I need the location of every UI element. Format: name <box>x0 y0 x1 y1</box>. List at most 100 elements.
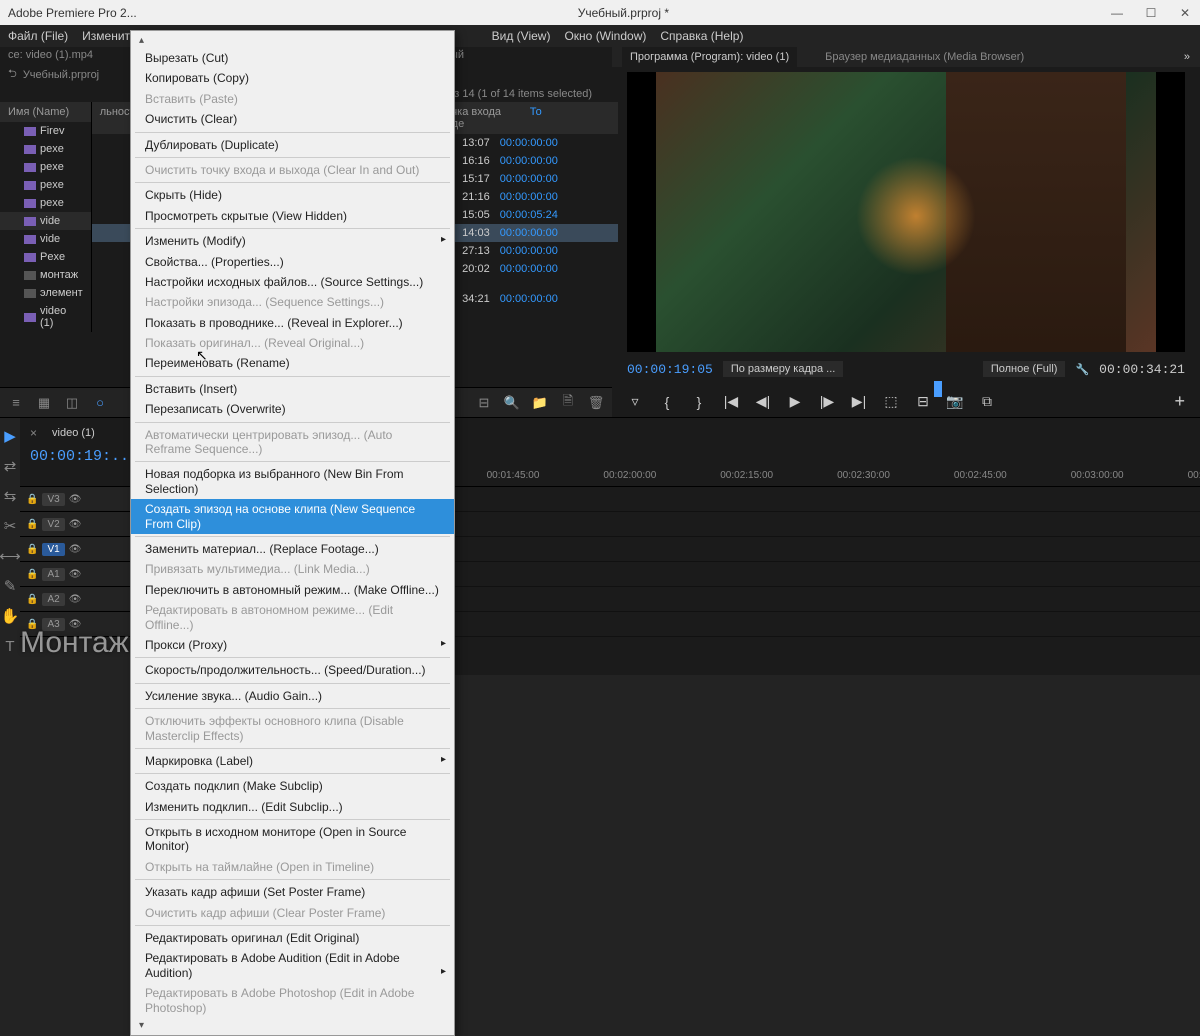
pen-tool-icon[interactable]: ✎ <box>0 576 20 596</box>
minimize-button[interactable]: — <box>1110 6 1124 20</box>
menu-item[interactable]: Создать подклип (Make Subclip) <box>131 776 454 796</box>
resolution-dropdown[interactable]: Полное (Full) <box>983 361 1066 377</box>
track-select-tool-icon[interactable]: ⇄ <box>0 456 20 476</box>
icon-view-icon[interactable]: ▦ <box>36 395 52 411</box>
menu-item[interactable]: Указать кадр афиши (Set Poster Frame) <box>131 882 454 902</box>
bin-item[interactable]: монтаж <box>0 266 91 284</box>
menu-item[interactable]: Заменить материал... (Replace Footage...… <box>131 539 454 559</box>
program-tab[interactable]: Программа (Program): video (1) <box>622 47 797 67</box>
lock-icon[interactable]: 🔒 <box>26 594 38 605</box>
current-timecode[interactable]: 00:00:19:05 <box>627 362 713 377</box>
automate-icon[interactable]: ⊟ <box>476 395 492 411</box>
track-toggle-icon[interactable]: 👁 <box>69 494 82 505</box>
razor-tool-icon[interactable]: ✂ <box>0 516 20 536</box>
menu-item[interactable]: Открыть в исходном мониторе (Open in Sou… <box>131 822 454 857</box>
list-view-icon[interactable]: ≡ <box>8 395 24 411</box>
menu-item[interactable]: Переключить в автономный режим... (Make … <box>131 580 454 600</box>
menu-item[interactable]: Вырезать (Cut) <box>131 48 454 68</box>
menu-item[interactable]: Очистить (Clear) <box>131 109 454 129</box>
context-menu-scroll-up[interactable]: ▴ <box>131 33 454 48</box>
bin-item[interactable]: vide <box>0 212 91 230</box>
menu-item[interactable]: Создать эпизод на основе клипа (New Sequ… <box>131 499 454 534</box>
menu-item[interactable]: Изменить подклип... (Edit Subclip...) <box>131 797 454 817</box>
menu-item[interactable]: Изменить (Modify) <box>131 231 454 251</box>
track-label[interactable]: A1 <box>42 568 64 581</box>
media-browser-tab[interactable]: Браузер медиаданных (Media Browser) <box>817 47 1032 67</box>
menu-item[interactable]: Усиление звука... (Audio Gain...) <box>131 686 454 706</box>
bin-item[interactable]: pexe <box>0 158 91 176</box>
bin-item[interactable]: pexe <box>0 194 91 212</box>
menu-item[interactable]: Переименовать (Rename) <box>131 353 454 373</box>
bin-item[interactable]: vide <box>0 230 91 248</box>
selection-tool-icon[interactable]: ▶ <box>0 426 20 446</box>
new-item-icon[interactable]: 🗎 <box>560 395 576 411</box>
bin-item[interactable]: Pexe <box>0 248 91 266</box>
track-label[interactable]: V1 <box>42 543 64 556</box>
slip-tool-icon[interactable]: ⟷ <box>0 546 20 566</box>
sequence-tab[interactable]: video (1) <box>52 427 95 439</box>
bin-item[interactable]: pexe <box>0 176 91 194</box>
go-to-in-icon[interactable]: |◀ <box>723 394 739 410</box>
mark-in-icon[interactable]: { <box>659 394 675 410</box>
menu-help[interactable]: Справка (Help) <box>660 29 743 43</box>
name-column-header[interactable]: Имя (Name) <box>0 102 91 122</box>
step-forward-icon[interactable]: |▶ <box>819 394 835 410</box>
button-editor-icon[interactable]: + <box>1174 391 1185 412</box>
menu-item[interactable]: Скрыть (Hide) <box>131 185 454 205</box>
menu-item[interactable]: Перезаписать (Overwrite) <box>131 399 454 419</box>
comparison-icon[interactable]: ⧉ <box>979 394 995 410</box>
mark-out-icon[interactable]: } <box>691 394 707 410</box>
lock-icon[interactable]: 🔒 <box>26 494 38 505</box>
menu-item[interactable]: Новая подборка из выбранного (New Bin Fr… <box>131 464 454 499</box>
menu-item[interactable]: Скорость/продолжительность... (Speed/Dur… <box>131 660 454 680</box>
find-icon[interactable]: 🔍 <box>504 395 520 411</box>
go-to-out-icon[interactable]: ▶| <box>851 394 867 410</box>
track-toggle-icon[interactable]: 👁 <box>69 569 82 580</box>
menu-item[interactable]: Редактировать в Adobe Audition (Edit in … <box>131 948 454 983</box>
timeline-close-icon[interactable]: × <box>30 426 37 440</box>
bin-item[interactable]: элемент <box>0 284 91 302</box>
menu-item[interactable]: Настройки исходных файлов... (Source Set… <box>131 272 454 292</box>
freeform-view-icon[interactable]: ◫ <box>64 395 80 411</box>
menu-item[interactable]: Копировать (Copy) <box>131 68 454 88</box>
bin-item[interactable]: Firev <box>0 122 91 140</box>
menu-window[interactable]: Окно (Window) <box>564 29 646 43</box>
track-toggle-icon[interactable]: 👁 <box>69 619 82 630</box>
close-button[interactable]: ✕ <box>1178 6 1192 20</box>
lock-icon[interactable]: 🔒 <box>26 569 38 580</box>
menu-item[interactable]: Дублировать (Duplicate) <box>131 135 454 155</box>
menu-view[interactable]: Вид (View) <box>492 29 551 43</box>
step-back-icon[interactable]: ◀| <box>755 394 771 410</box>
lift-icon[interactable]: ⬚ <box>883 394 899 410</box>
track-toggle-icon[interactable]: 👁 <box>69 594 82 605</box>
panel-menu-icon[interactable]: » <box>1184 51 1190 63</box>
track-toggle-icon[interactable]: 👁 <box>69 519 82 530</box>
new-bin-icon[interactable]: 📁 <box>532 395 548 411</box>
track-label[interactable]: A2 <box>42 593 64 606</box>
settings-icon[interactable]: 🔧 <box>1075 363 1089 376</box>
play-icon[interactable]: ▶ <box>787 394 803 410</box>
menu-item[interactable]: Прокси (Proxy) <box>131 635 454 655</box>
nav-back-icon[interactable]: ⮌ <box>8 65 17 84</box>
add-marker-icon[interactable]: ▿ <box>627 394 643 410</box>
timeline-timecode[interactable]: 00:00:19:... <box>30 448 138 465</box>
maximize-button[interactable]: ☐ <box>1144 6 1158 20</box>
menu-item[interactable]: Вставить (Insert) <box>131 379 454 399</box>
track-label[interactable]: A3 <box>42 618 64 631</box>
track-label[interactable]: V3 <box>42 493 64 506</box>
track-label[interactable]: V2 <box>42 518 64 531</box>
playhead-marker[interactable] <box>934 381 942 397</box>
hand-tool-icon[interactable]: ✋ <box>0 606 20 626</box>
bin-item[interactable]: video (1) <box>0 302 91 332</box>
track-toggle-icon[interactable]: 👁 <box>69 544 82 555</box>
menu-item[interactable]: Редактировать оригинал (Edit Original) <box>131 928 454 948</box>
clear-icon[interactable]: 🗑 <box>588 395 604 411</box>
zoom-fit-dropdown[interactable]: По размеру кадра ... <box>723 361 844 377</box>
menu-file[interactable]: Файл (File) <box>8 29 68 43</box>
lock-icon[interactable]: 🔒 <box>26 519 38 530</box>
menu-item[interactable]: Показать в проводнике... (Reveal in Expl… <box>131 313 454 333</box>
menu-item[interactable]: Просмотреть скрытые (View Hidden) <box>131 206 454 226</box>
ripple-tool-icon[interactable]: ⇆ <box>0 486 20 506</box>
bin-item[interactable]: pexe <box>0 140 91 158</box>
lock-icon[interactable]: 🔒 <box>26 544 38 555</box>
